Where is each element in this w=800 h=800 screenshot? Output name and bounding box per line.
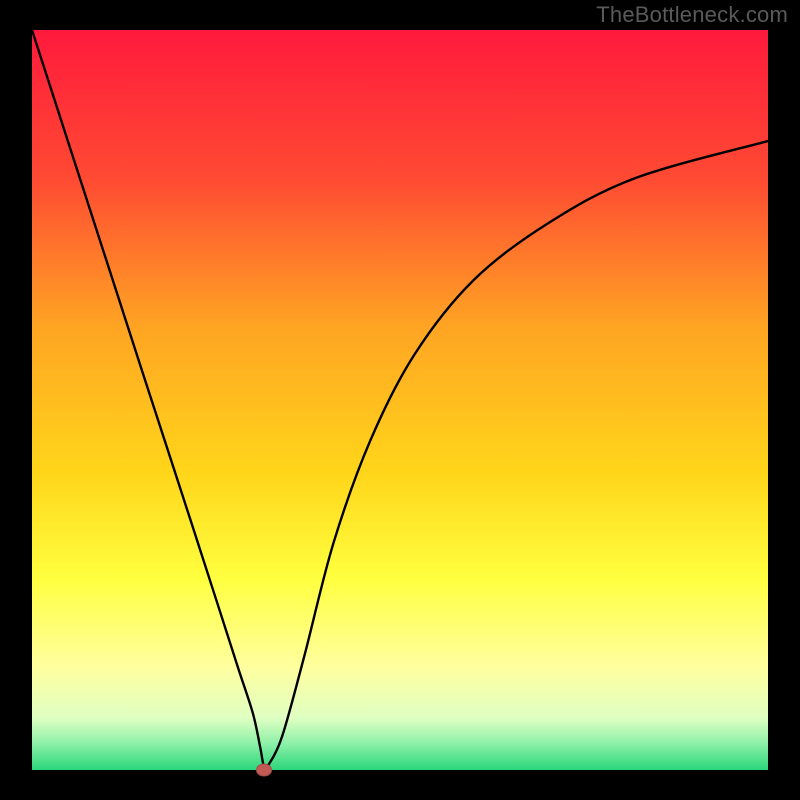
- gradient-rect: [32, 30, 768, 770]
- chart-frame: TheBottleneck.com: [0, 0, 800, 800]
- optimal-point-marker: [256, 764, 272, 777]
- watermark-text: TheBottleneck.com: [596, 2, 788, 28]
- chart-svg: [32, 30, 768, 770]
- plot-area: [32, 30, 768, 770]
